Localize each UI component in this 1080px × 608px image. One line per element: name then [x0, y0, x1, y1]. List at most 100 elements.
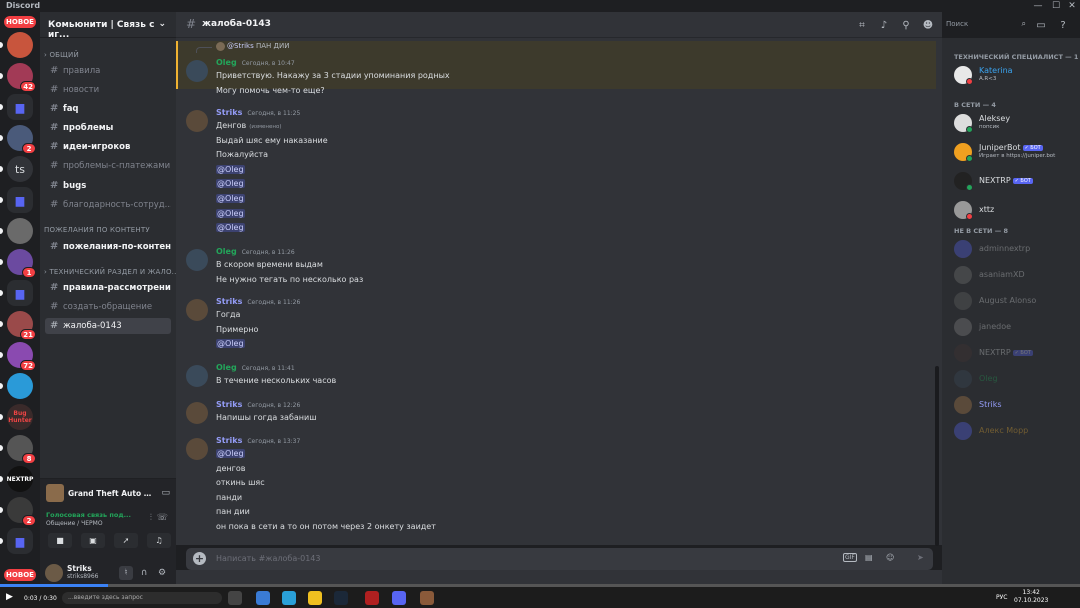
app-icon[interactable]	[365, 591, 379, 605]
server-icon[interactable]: 42	[7, 63, 36, 92]
reply-preview[interactable]: @Striks ПАН ДИИ	[227, 42, 289, 50]
member-item[interactable]: Striks	[954, 394, 1080, 418]
member-item[interactable]: xttz	[954, 199, 1080, 223]
member-item[interactable]: August Alonso	[954, 290, 1080, 314]
voice-channel[interactable]: Общение / ЧЕРМО	[46, 520, 103, 527]
category-wishes[interactable]: пожелания по контенту	[44, 226, 150, 234]
channel-news[interactable]: # новости	[45, 82, 171, 98]
channel-problems[interactable]: # проблемы	[45, 120, 171, 136]
author-name[interactable]: Striks	[216, 436, 242, 445]
channel-complaint[interactable]: # жалоба-0143	[45, 318, 171, 334]
channel-payments[interactable]: # проблемы-с-платежами	[45, 158, 171, 174]
member-item[interactable]: Oleg	[954, 368, 1080, 392]
server-icon[interactable]	[7, 32, 33, 58]
inbox-icon[interactable]: ▭	[1034, 19, 1048, 33]
new-messages-pill[interactable]: НОВОЕ	[4, 16, 36, 28]
emoji-icon[interactable]: ☺	[886, 553, 894, 562]
channel-rules[interactable]: # правила	[45, 63, 171, 79]
search-input[interactable]: Поиск ⌕	[942, 18, 1030, 32]
taskbar-search[interactable]: ...введите здесь запрос	[62, 592, 222, 604]
author-name[interactable]: Striks	[216, 400, 242, 409]
avatar[interactable]	[186, 110, 208, 132]
author-name[interactable]: Striks	[216, 108, 242, 117]
avatar[interactable]	[186, 299, 208, 321]
plus-icon[interactable]: +	[193, 552, 206, 565]
user-mention[interactable]: @Oleg	[216, 449, 245, 458]
member-item[interactable]: asaniamXD	[954, 264, 1080, 288]
author-name[interactable]: Oleg	[216, 247, 237, 256]
members-icon[interactable]: ☻	[921, 19, 935, 33]
game-icon[interactable]	[420, 591, 434, 605]
avatar[interactable]	[186, 365, 208, 387]
activity-rocket-icon[interactable]: ➚	[114, 533, 138, 548]
avatar[interactable]	[186, 249, 208, 271]
server-icon[interactable]: 72	[7, 342, 36, 371]
server-icon[interactable]: ts	[7, 156, 33, 182]
video-progress[interactable]	[0, 584, 1080, 587]
disconnect-icon[interactable]: ☏	[157, 513, 168, 523]
scrollbar[interactable]	[935, 366, 939, 546]
channel-ideas[interactable]: # идеи-игроков	[45, 139, 171, 155]
language-indicator[interactable]: РУС	[996, 594, 1007, 601]
guild-header[interactable]: Комьюнити | Связь с иг... ⌄	[40, 12, 176, 40]
user-mention[interactable]: @Oleg	[216, 194, 245, 203]
server-icon[interactable]: 8	[7, 435, 36, 464]
channel-faq[interactable]: # faq	[45, 101, 171, 117]
user-mention[interactable]: @Oleg	[216, 223, 245, 233]
pin-icon[interactable]: ⚲	[899, 19, 913, 33]
category-general[interactable]: › общий	[44, 51, 79, 59]
avatar[interactable]	[186, 402, 208, 424]
server-folder-icon[interactable]: ▆	[7, 280, 33, 306]
member-item[interactable]: NEXTRP ✓ БОТ	[954, 342, 1080, 366]
message-input[interactable]: + Написать #жалоба-0143 GIF ▤ ☺ ➤	[186, 548, 933, 570]
taskview-icon[interactable]	[228, 591, 242, 605]
server-folder-icon[interactable]: ▆	[7, 187, 33, 213]
member-item[interactable]: Алекс Морр	[954, 420, 1080, 444]
message-author[interactable]: Striks Сегодня, в 12:26	[216, 400, 300, 409]
user-mention[interactable]: @Oleg	[216, 208, 245, 218]
soundboard-icon[interactable]: ♫	[147, 533, 171, 548]
close-button[interactable]: ✕	[1064, 0, 1080, 12]
category-tech[interactable]: › технический раздел и жало...	[44, 268, 179, 276]
sticker-icon[interactable]: ▤	[865, 553, 873, 562]
new-messages-pill-bottom[interactable]: НОВОЕ	[4, 569, 36, 581]
member-item[interactable]: Katerina A.R<3	[954, 64, 1080, 88]
play-icon[interactable]: ▶	[6, 592, 13, 602]
server-folder-icon[interactable]: ▆	[7, 528, 33, 554]
screen-icon[interactable]: ▭	[161, 488, 170, 498]
mic-icon[interactable]: ♮	[119, 566, 133, 580]
member-item[interactable]: Aleksey попсик	[954, 112, 1080, 136]
message-author[interactable]: Striks Сегодня, в 11:26	[216, 297, 300, 306]
author-name[interactable]: Oleg	[216, 58, 237, 67]
gear-icon[interactable]: ⚙	[155, 566, 169, 580]
headphones-icon[interactable]: ∩	[137, 566, 151, 580]
avatar[interactable]	[186, 60, 208, 82]
folder-icon[interactable]	[308, 591, 322, 605]
discord-icon[interactable]	[392, 591, 406, 605]
user-mention[interactable]: @Oleg	[216, 339, 245, 349]
user-mention[interactable]: @Oleg	[216, 179, 245, 189]
noise-suppression-icon[interactable]: ⫶	[150, 513, 152, 523]
server-icon[interactable]: NEXTRP	[7, 466, 33, 492]
server-icon[interactable]	[7, 218, 33, 244]
avatar[interactable]	[186, 438, 208, 460]
server-icon[interactable]	[7, 373, 33, 399]
member-item[interactable]: janedoe	[954, 316, 1080, 340]
channel-bugs[interactable]: # bugs	[45, 178, 171, 194]
message-author[interactable]: Striks Сегодня, в 11:25	[216, 108, 300, 117]
voice-status[interactable]: Голосовая связь под...	[46, 511, 131, 519]
avatar[interactable]	[216, 42, 225, 51]
server-icon[interactable]: Bug Hunter	[7, 404, 33, 430]
send-icon[interactable]: ➤	[917, 553, 924, 562]
channel-thanks[interactable]: # благодарность-сотруд...	[45, 197, 171, 213]
gif-button[interactable]: GIF	[843, 553, 857, 562]
channel-create-ticket[interactable]: # создать-обращение	[45, 299, 171, 315]
server-icon[interactable]: 2	[7, 125, 36, 154]
message-author[interactable]: Striks Сегодня, в 13:37	[216, 436, 300, 445]
app-icon[interactable]	[256, 591, 270, 605]
bell-icon[interactable]: ♪	[877, 19, 891, 33]
message-author[interactable]: Oleg Сегодня, в 11:41	[216, 363, 295, 372]
minimize-button[interactable]: —	[1030, 0, 1046, 12]
channel-wishes-content[interactable]: # пожелания-по-контенту	[45, 239, 171, 255]
member-item[interactable]: NEXTRP ✓ БОТ	[954, 170, 1080, 194]
